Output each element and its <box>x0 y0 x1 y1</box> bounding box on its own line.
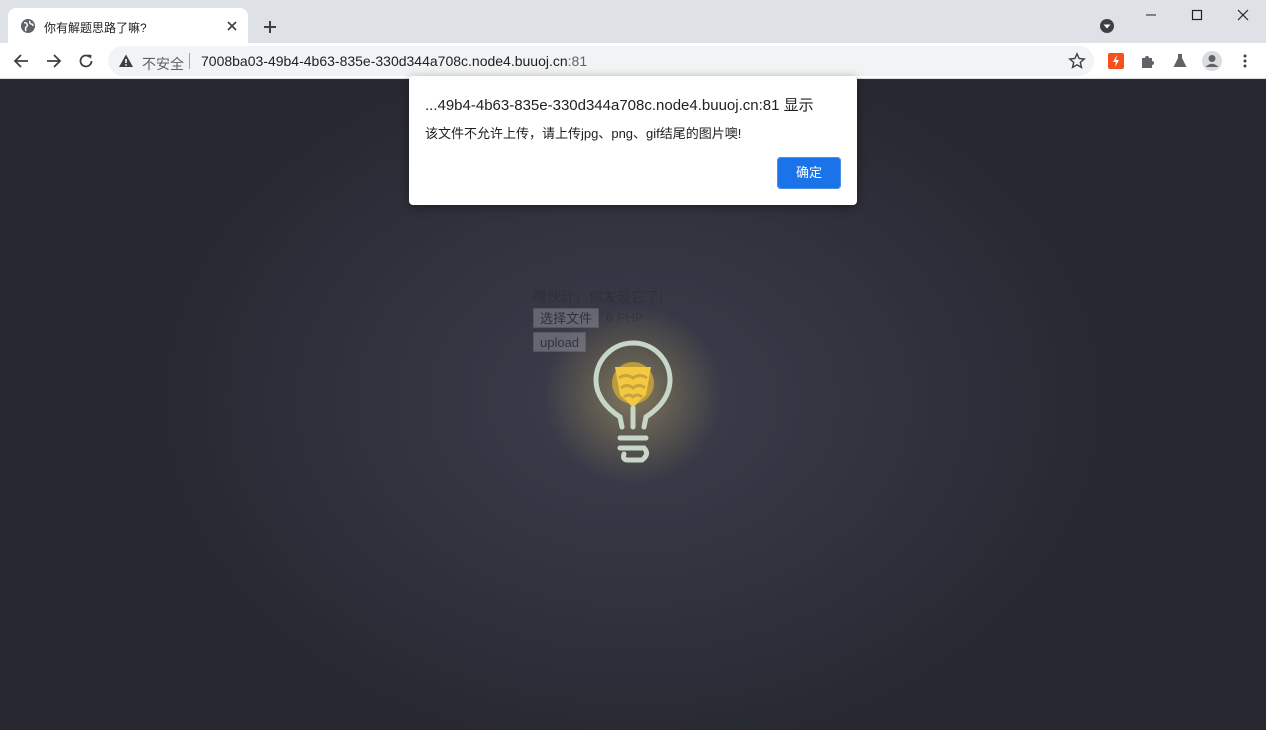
alert-dialog: ...49b4-4b63-835e-330d344a708c.node4.buu… <box>409 76 857 205</box>
tab-title: 你有解题思路了嘛? <box>44 21 147 35</box>
hint-text: 嘿伙计，你发现它了! <box>533 289 663 305</box>
back-button[interactable] <box>9 49 33 73</box>
plus-icon <box>264 21 276 33</box>
divider <box>189 53 190 69</box>
reload-button[interactable] <box>74 49 98 73</box>
puzzle-icon <box>1142 56 1154 68</box>
back-icon <box>13 54 28 68</box>
warning-icon[interactable] <box>118 53 134 69</box>
reload-icon <box>79 54 93 68</box>
minimize-button[interactable] <box>1128 0 1174 30</box>
ok-button[interactable]: 确定 <box>777 157 841 189</box>
tab-strip: 你有解题思路了嘛? <box>0 0 1266 43</box>
profile-button[interactable] <box>1201 50 1223 72</box>
upload-button[interactable]: upload <box>533 332 587 352</box>
browser-tab[interactable]: 你有解题思路了嘛? <box>8 8 248 43</box>
new-tab-button[interactable] <box>258 15 282 39</box>
tab-search-icon[interactable] <box>1097 16 1117 36</box>
dialog-title: ...49b4-4b63-835e-330d344a708c.node4.buu… <box>425 97 814 114</box>
forward-button[interactable] <box>42 49 66 73</box>
close-icon <box>1237 9 1249 21</box>
extension-button[interactable] <box>1107 52 1125 70</box>
minimize-icon <box>1146 14 1156 16</box>
flask-icon <box>1173 54 1187 67</box>
url-host: 7008ba03-49b4-4b63-835e-330d344a708c.nod… <box>201 53 568 69</box>
extension-icon <box>1108 53 1124 69</box>
labs-button[interactable] <box>1171 52 1189 70</box>
forward-icon <box>47 54 62 68</box>
profile-icon <box>1202 51 1222 71</box>
window-close-button[interactable] <box>1220 0 1266 30</box>
extensions-menu-button[interactable] <box>1139 52 1157 70</box>
globe-icon <box>21 19 35 33</box>
choose-file-button[interactable]: 选择文件 <box>533 308 600 328</box>
star-icon[interactable] <box>1068 52 1086 70</box>
lightbulb-icon <box>593 340 673 463</box>
address-bar[interactable]: 不安全 7008ba03-49b4-4b63-835e-330d344a708c… <box>108 46 1094 76</box>
url-text[interactable]: 7008ba03-49b4-4b63-835e-330d344a708c.nod… <box>201 53 587 69</box>
browser-toolbar: 不安全 7008ba03-49b4-4b63-835e-330d344a708c… <box>0 43 1266 79</box>
security-label[interactable]: 不安全 <box>142 54 184 74</box>
maximize-button[interactable] <box>1174 0 1220 30</box>
selected-file-name: 6 PHP <box>606 310 644 325</box>
menu-icon <box>1243 54 1247 68</box>
url-port: :81 <box>567 53 588 69</box>
close-icon[interactable] <box>224 18 240 34</box>
dialog-message: 该文件不允许上传，请上传jpg、png、gif结尾的图片噢! <box>425 126 742 141</box>
maximize-icon <box>1191 9 1203 21</box>
chrome-menu-button[interactable] <box>1236 52 1254 70</box>
